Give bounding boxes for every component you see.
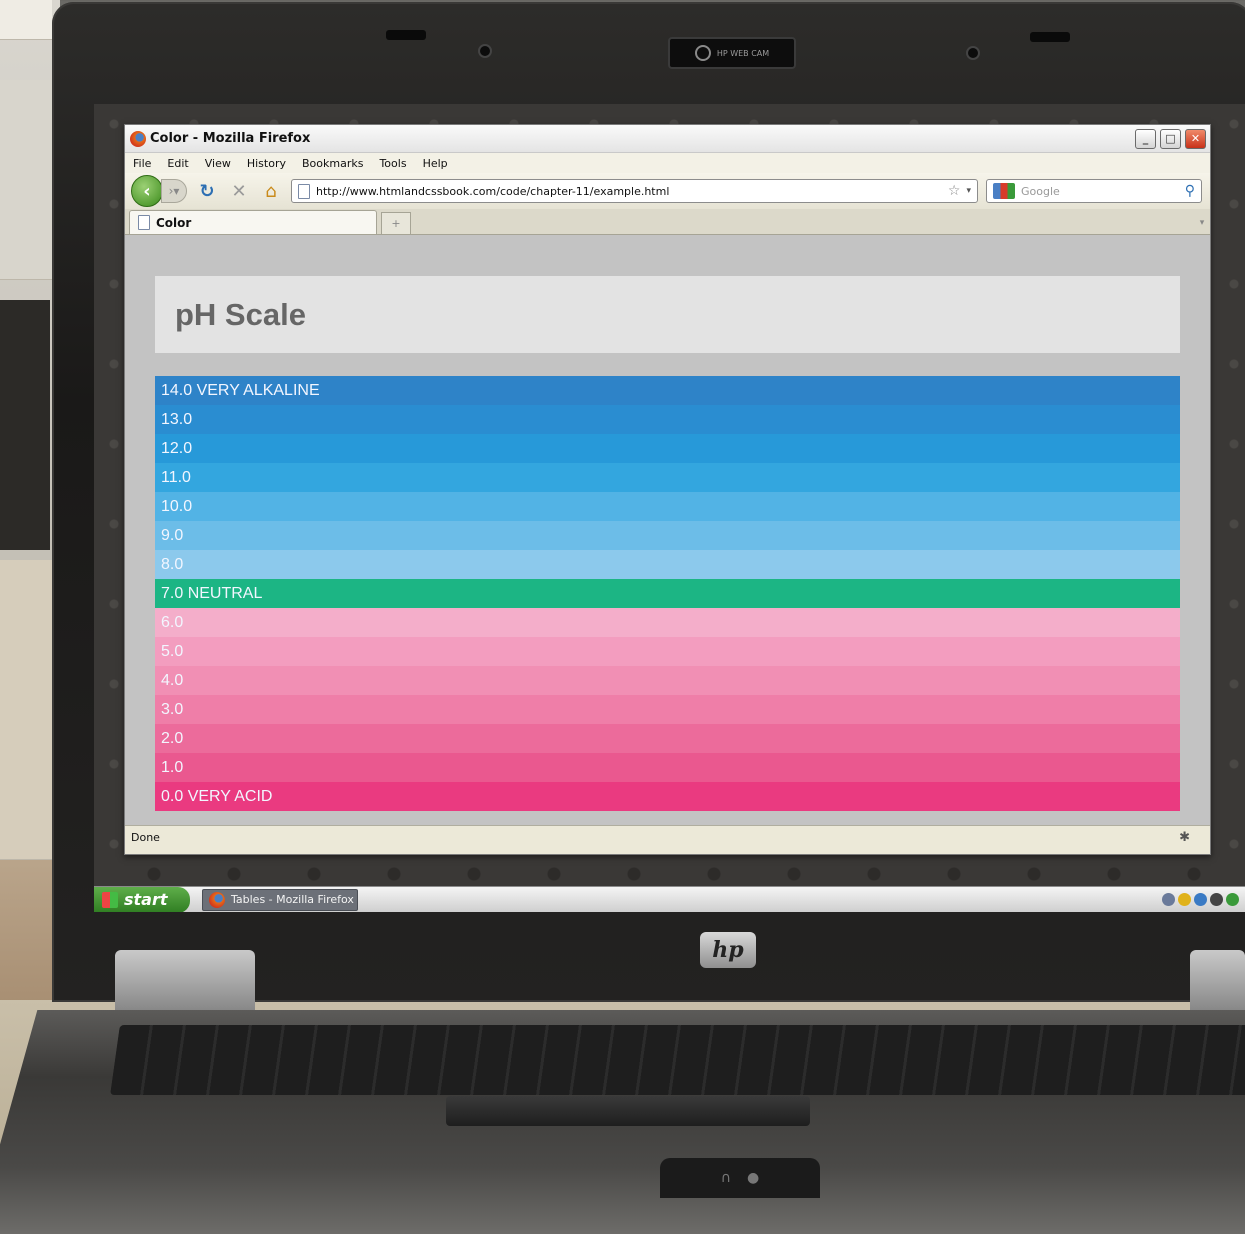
start-label: start bbox=[124, 890, 168, 909]
ph-row: 8.0 bbox=[155, 550, 1180, 579]
page-header: pH Scale bbox=[155, 276, 1180, 353]
menu-edit[interactable]: Edit bbox=[167, 157, 188, 170]
security-shield-icon[interactable] bbox=[1178, 893, 1191, 906]
ph-row: 1.0 bbox=[155, 753, 1180, 782]
webcam-label: HP WEB CAM bbox=[716, 48, 770, 58]
window-title: Color - Mozilla Firefox bbox=[150, 131, 311, 146]
status-text: Done bbox=[131, 831, 160, 844]
ph-row: 0.0 VERY ACID bbox=[155, 782, 1180, 811]
title-bar[interactable]: Color - Mozilla Firefox _ □ ✕ bbox=[125, 125, 1210, 153]
page-title: pH Scale bbox=[175, 296, 306, 332]
webcam-lens-icon bbox=[694, 45, 711, 61]
mic-jack-icon: ● bbox=[747, 1170, 760, 1186]
ph-row: 14.0 VERY ALKALINE bbox=[155, 376, 1180, 405]
stop-icon[interactable]: ✕ bbox=[227, 181, 251, 202]
ph-row: 3.0 bbox=[155, 695, 1180, 724]
home-icon[interactable]: ⌂ bbox=[259, 181, 283, 202]
menu-bar: File Edit View History Bookmarks Tools H… bbox=[125, 153, 1210, 173]
tab-label: Color bbox=[156, 215, 192, 230]
right-hinge bbox=[1190, 950, 1245, 1020]
wall-paper bbox=[0, 0, 52, 40]
tab-color[interactable]: Color bbox=[129, 210, 377, 234]
microphone bbox=[966, 46, 980, 60]
forward-button[interactable]: ›▾ bbox=[161, 179, 187, 203]
screen: Color - Mozilla Firefox _ □ ✕ File Edit … bbox=[94, 104, 1245, 912]
taskbar: start Tables - Mozilla Firefox bbox=[94, 886, 1245, 912]
microphone bbox=[478, 44, 492, 58]
search-bar[interactable]: Google ⚲ bbox=[986, 179, 1202, 203]
ph-row: 2.0 bbox=[155, 724, 1180, 753]
ph-row: 7.0 NEUTRAL bbox=[155, 579, 1180, 608]
tab-list-icon[interactable]: ▾ bbox=[1194, 212, 1210, 234]
network-icon[interactable] bbox=[1194, 893, 1207, 906]
search-input[interactable]: Google bbox=[1021, 185, 1179, 198]
maximize-button[interactable]: □ bbox=[1160, 128, 1181, 149]
ph-row: 13.0 bbox=[155, 405, 1180, 434]
ph-scale-list: 14.0 VERY ALKALINE 13.0 12.0 11.0 10.0 9.0 8.0… bbox=[155, 376, 1180, 811]
ph-row: 5.0 bbox=[155, 637, 1180, 666]
status-addon-icon[interactable]: ✱ bbox=[1179, 830, 1190, 845]
menu-help[interactable]: Help bbox=[423, 157, 448, 170]
webcam: HP WEB CAM bbox=[668, 37, 796, 69]
new-tab-button[interactable]: + bbox=[381, 212, 411, 234]
keyboard bbox=[110, 1025, 1245, 1095]
reload-icon[interactable]: ↻ bbox=[195, 181, 219, 202]
url-text[interactable]: http://www.htmlandcssbook.com/code/chapt… bbox=[316, 185, 942, 198]
touchpad-buttons bbox=[446, 1096, 810, 1126]
front-ports: ∩ ● bbox=[660, 1158, 820, 1198]
start-button[interactable]: start bbox=[94, 886, 190, 912]
page-content: pH Scale 14.0 VERY ALKALINE 13.0 12.0 11.0 1… bbox=[125, 235, 1210, 825]
left-hinge bbox=[115, 950, 255, 1020]
ph-row: 10.0 bbox=[155, 492, 1180, 521]
status-bar: Done ✱ bbox=[125, 825, 1210, 849]
ph-row: 4.0 bbox=[155, 666, 1180, 695]
safely-remove-icon[interactable] bbox=[1210, 893, 1223, 906]
hp-logo: hp bbox=[700, 932, 756, 968]
close-button[interactable]: ✕ bbox=[1185, 128, 1206, 149]
tray-app-icon[interactable] bbox=[1226, 893, 1239, 906]
system-tray bbox=[1162, 893, 1245, 906]
wall-paper bbox=[0, 80, 52, 280]
back-button[interactable]: ‹ bbox=[131, 175, 163, 207]
menu-history[interactable]: History bbox=[247, 157, 286, 170]
windows-logo-icon bbox=[102, 891, 118, 908]
wall-note bbox=[0, 300, 50, 550]
menu-tools[interactable]: Tools bbox=[379, 157, 406, 170]
dropdown-arrow-icon[interactable]: ▾ bbox=[966, 186, 971, 196]
star-icon[interactable]: ☆ bbox=[948, 183, 961, 199]
page-icon bbox=[298, 183, 310, 199]
headphone-icon: ∩ bbox=[720, 1170, 732, 1186]
minimize-button[interactable]: _ bbox=[1135, 128, 1156, 149]
navigation-toolbar: ‹ ›▾ ↻ ✕ ⌂ http://www.htmlandcssbook.com… bbox=[125, 173, 1210, 209]
menu-view[interactable]: View bbox=[205, 157, 231, 170]
search-icon[interactable]: ⚲ bbox=[1185, 183, 1195, 199]
browser-window: Color - Mozilla Firefox _ □ ✕ File Edit … bbox=[124, 124, 1211, 855]
tab-bar: Color + ▾ bbox=[125, 209, 1210, 235]
menu-bookmarks[interactable]: Bookmarks bbox=[302, 157, 363, 170]
search-engine-icon[interactable] bbox=[993, 183, 1015, 199]
url-bar[interactable]: http://www.htmlandcssbook.com/code/chapt… bbox=[291, 179, 978, 203]
taskbar-item-label: Tables - Mozilla Firefox bbox=[231, 893, 354, 906]
menu-file[interactable]: File bbox=[133, 157, 151, 170]
wall-paper bbox=[0, 560, 52, 860]
firefox-icon bbox=[130, 130, 146, 147]
ph-row: 11.0 bbox=[155, 463, 1180, 492]
tray-arrow-icon[interactable] bbox=[1162, 893, 1175, 906]
ph-row: 9.0 bbox=[155, 521, 1180, 550]
taskbar-item-firefox[interactable]: Tables - Mozilla Firefox bbox=[202, 888, 358, 911]
lid-latch bbox=[1030, 32, 1070, 42]
tab-page-icon bbox=[138, 215, 150, 230]
ph-row: 12.0 bbox=[155, 434, 1180, 463]
firefox-icon bbox=[209, 891, 225, 908]
lid-latch bbox=[386, 30, 426, 40]
ph-row: 6.0 bbox=[155, 608, 1180, 637]
